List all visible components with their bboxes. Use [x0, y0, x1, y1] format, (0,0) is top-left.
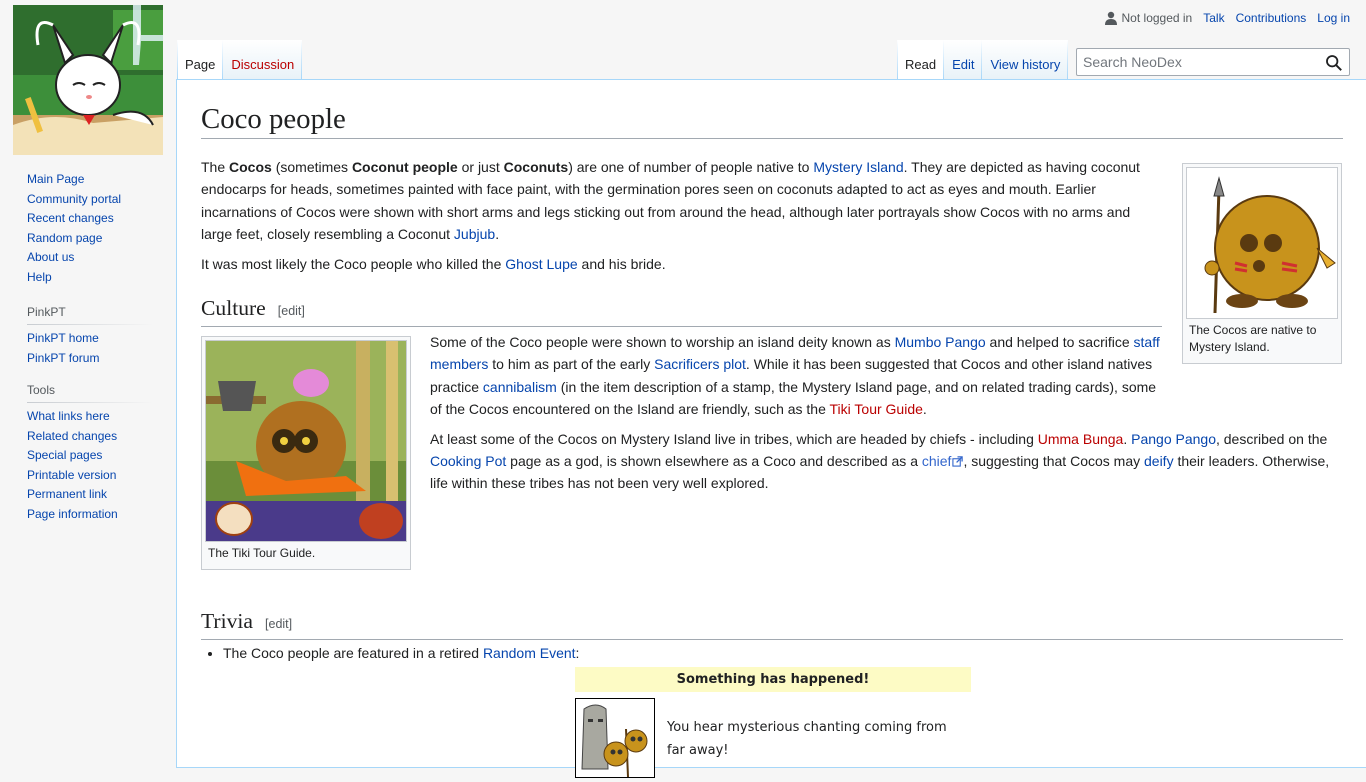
edit-trivia-link[interactable]: [edit]	[265, 617, 292, 631]
link-umma-bunga[interactable]: Umma Bunga	[1038, 431, 1124, 447]
anonymous-user: Not logged in	[1104, 11, 1193, 25]
intro-paragraph-1: The Cocos (sometimes Coconut people or j…	[201, 159, 1140, 243]
link-random-event[interactable]: Random Event	[483, 645, 576, 661]
edit-culture-link[interactable]: [edit]	[278, 304, 305, 318]
search-input[interactable]	[1077, 54, 1319, 70]
sidebar-item-community-portal[interactable]: Community portal	[27, 192, 121, 206]
coco-image[interactable]	[1186, 167, 1338, 319]
link-cooking-pot[interactable]: Cooking Pot	[430, 453, 506, 469]
section-heading-trivia: Trivia [edit]	[201, 606, 1343, 640]
culture-paragraph-1: Some of the Coco people were shown to wo…	[430, 334, 1160, 418]
tab-discussion-label: Discussion	[231, 57, 295, 72]
sidebar-item-random-page[interactable]: Random page	[27, 231, 102, 245]
pinkpt-portal: PinkPT PinkPT home PinkPT forum	[27, 305, 176, 368]
pinkpt-heading: PinkPT	[27, 305, 66, 319]
tools-portal: Tools What links here Related changes Sp…	[27, 383, 176, 524]
link-deify[interactable]: deify	[1144, 453, 1174, 469]
tab-history-label: View history	[990, 57, 1061, 72]
view-tabs: Read Edit View history	[897, 40, 1068, 80]
talk-link[interactable]: Talk	[1203, 11, 1224, 25]
external-link-icon	[952, 456, 964, 467]
sidebar-item-permanent-link[interactable]: Permanent link	[27, 487, 107, 501]
sidebar-item-pinkpt-home[interactable]: PinkPT home	[27, 331, 99, 345]
link-sacrificers-plot[interactable]: Sacrificers plot	[654, 356, 746, 372]
link-chief-external[interactable]: chief	[922, 453, 964, 469]
link-tiki-tour-guide[interactable]: Tiki Tour Guide	[830, 401, 923, 417]
link-cannibalism[interactable]: cannibalism	[483, 379, 557, 395]
sidebar-item-pinkpt-forum[interactable]: PinkPT forum	[27, 351, 99, 365]
sidebar-item-page-information[interactable]: Page information	[27, 507, 118, 521]
random-event-box: Something has happened! You hear mysteri…	[575, 667, 971, 778]
event-message: You hear mysterious chanting coming from…	[667, 720, 947, 758]
sidebar-item-recent-changes[interactable]: Recent changes	[27, 211, 114, 225]
tab-edit[interactable]: Edit	[944, 40, 982, 80]
trivia-heading-text: Trivia	[201, 609, 254, 633]
tools-heading: Tools	[27, 383, 56, 397]
sidebar-item-about-us[interactable]: About us	[27, 250, 74, 264]
contributions-link[interactable]: Contributions	[1236, 11, 1307, 25]
site-logo[interactable]	[13, 5, 163, 155]
sidebar-item-what-links-here[interactable]: What links here	[27, 409, 110, 423]
portal-divider	[27, 402, 153, 403]
intro-paragraph-2: It was most likely the Coco people who k…	[201, 255, 666, 272]
section-heading-culture: Culture [edit]	[201, 293, 1162, 327]
link-mumbo-pango[interactable]: Mumbo Pango	[895, 334, 986, 350]
sidebar-item-help[interactable]: Help	[27, 270, 52, 284]
culture-paragraph-2: At least some of the Cocos on Mystery Is…	[430, 430, 1330, 492]
culture-heading-text: Culture	[201, 296, 266, 320]
search-icon[interactable]	[1325, 54, 1343, 72]
tab-page[interactable]: Page	[177, 40, 223, 80]
not-logged-in-text: Not logged in	[1121, 11, 1193, 25]
culture-text: Some of the Coco people were shown to wo…	[430, 331, 1343, 495]
tab-view-history[interactable]: View history	[982, 40, 1068, 80]
sidebar-item-related-changes[interactable]: Related changes	[27, 429, 117, 443]
event-body: You hear mysterious chanting coming from…	[575, 698, 971, 778]
list-item: The Coco people are featured in a retire…	[223, 642, 1323, 664]
event-title: Something has happened!	[575, 667, 971, 692]
tab-discussion[interactable]: Discussion	[223, 40, 302, 80]
content-area: Coco people The Cocos are native to Myst…	[176, 79, 1366, 778]
tiki-guide-image[interactable]	[205, 340, 407, 542]
namespace-tabs: Page Discussion	[177, 40, 302, 80]
link-mystery-island[interactable]: Mystery Island	[813, 159, 903, 175]
personal-tools: Not logged in Talk Contributions Log in	[1104, 11, 1350, 25]
sidebar-item-special-pages[interactable]: Special pages	[27, 448, 102, 462]
intro: The Cocos (sometimes Coconut people or j…	[201, 156, 1161, 275]
tab-edit-label: Edit	[952, 57, 975, 72]
link-ghost-lupe[interactable]: Ghost Lupe	[505, 256, 577, 272]
login-link[interactable]: Log in	[1317, 11, 1350, 25]
link-jubjub[interactable]: Jubjub	[454, 226, 495, 242]
navigation-portal: Main Page Community portal Recent change…	[27, 170, 176, 287]
user-icon	[1104, 11, 1117, 25]
tab-read[interactable]: Read	[897, 40, 944, 80]
trivia-list: The Coco people are featured in a retire…	[201, 642, 1323, 664]
tiki-guide-caption: The Tiki Tour Guide.	[208, 546, 316, 560]
page-title: Coco people	[201, 100, 1343, 139]
tiki-guide-thumbnail: The Tiki Tour Guide.	[201, 336, 411, 570]
event-image	[575, 698, 655, 778]
sidebar-item-main-page[interactable]: Main Page	[27, 172, 84, 186]
portal-divider	[27, 324, 153, 325]
link-pango-pango[interactable]: Pango Pango	[1131, 431, 1216, 447]
search-box	[1076, 48, 1350, 76]
tab-read-label: Read	[905, 57, 937, 72]
sidebar: Main Page Community portal Recent change…	[0, 170, 176, 524]
sidebar-item-printable-version[interactable]: Printable version	[27, 468, 116, 482]
tab-page-label: Page	[185, 57, 216, 72]
